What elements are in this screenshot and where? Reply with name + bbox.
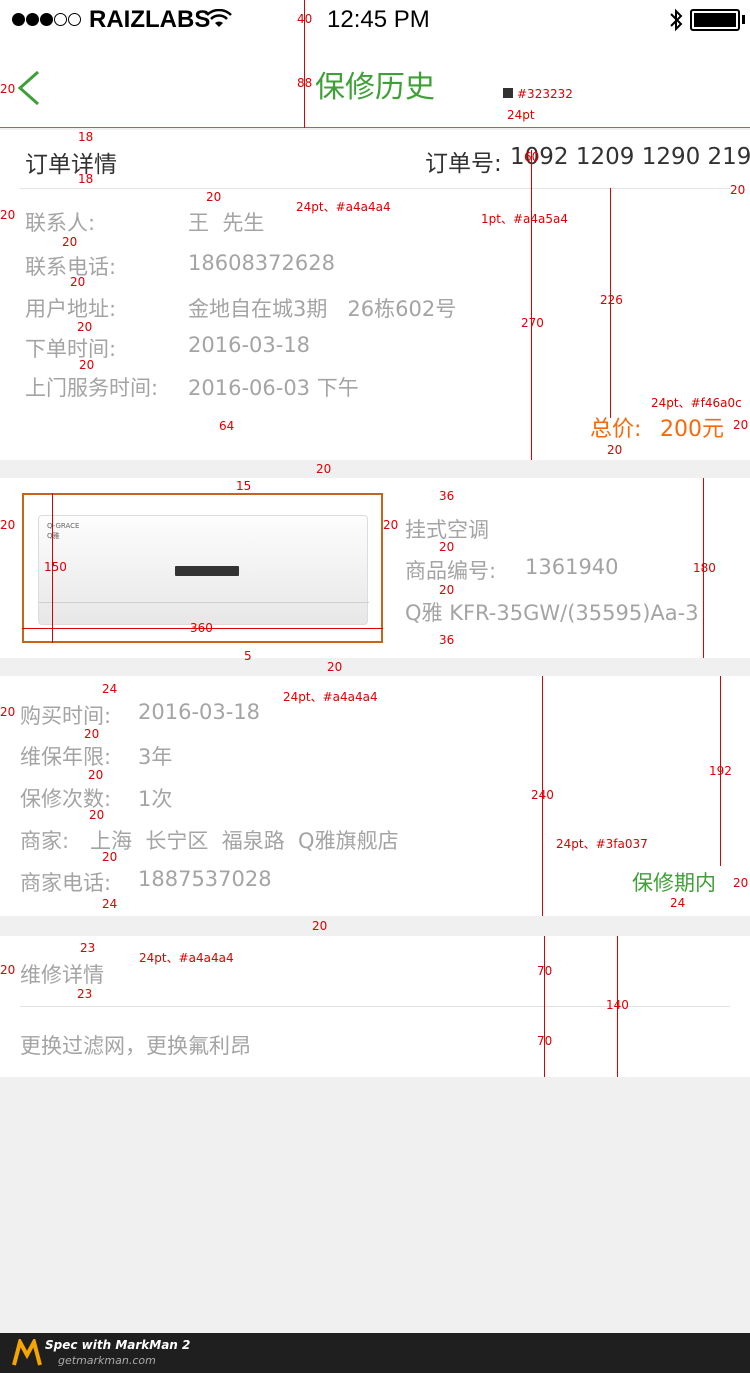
- bluetooth-icon: [670, 8, 683, 32]
- address-label: 用户地址:: [25, 297, 117, 321]
- status-bar: RAIZLABS 12:45 PM: [0, 0, 750, 40]
- battery-tip: [742, 15, 745, 24]
- divider: [20, 1006, 730, 1007]
- markman-brand: Spec with MarkMan 2: [45, 1338, 191, 1352]
- battery-icon: [690, 9, 740, 31]
- color-swatch: [503, 88, 513, 98]
- product-image-frame[interactable]: Q-GRACE Q雅: [22, 493, 383, 643]
- markman-footer: Spec with MarkMan 2 getmarkman.com: [0, 1333, 750, 1373]
- order-date-label: 下单时间:: [25, 337, 117, 361]
- total-price-label: 总价:: [590, 417, 642, 442]
- service-time-value: 2016-06-03 下午: [188, 376, 359, 400]
- repair-heading: 维修详情: [20, 963, 104, 987]
- merchant-label: 商家:: [20, 829, 70, 853]
- period-value: 3年: [138, 745, 173, 769]
- wifi-icon: [206, 9, 232, 27]
- order-number: 1092 1209 1290 219: [510, 144, 750, 170]
- signal-dot: [54, 13, 67, 26]
- product-name: 挂式空调: [405, 518, 489, 542]
- vent-line: [39, 602, 369, 603]
- order-number-label: 订单号:: [425, 151, 502, 177]
- order-date-value: 2016-03-18: [188, 333, 311, 357]
- phone-value[interactable]: 18608372628: [188, 251, 335, 275]
- phone-label: 联系电话:: [25, 255, 117, 279]
- markman-logo-icon: [12, 1339, 42, 1366]
- display-panel: [175, 566, 239, 576]
- spec-dim: 20: [312, 919, 328, 933]
- signal-dot: [40, 13, 53, 26]
- markman-url: getmarkman.com: [58, 1354, 156, 1367]
- repair-detail: 更换过滤网，更换氟利昂: [20, 1034, 251, 1058]
- repair-count-label: 保修次数:: [20, 787, 112, 811]
- product-model: Q雅 KFR-35GW/(35595)Aa-3: [405, 601, 699, 625]
- purchase-date: 2016-03-18: [138, 700, 261, 724]
- merchant-value: 上海 长宁区 福泉路 Q雅旗舰店: [90, 829, 399, 853]
- image-brand: Q-GRACE: [47, 522, 80, 530]
- carrier-name: RAIZLABS: [89, 6, 211, 33]
- contact-value: 王 先生: [188, 211, 265, 235]
- repair-count-value: 1次: [138, 787, 173, 811]
- contact-label: 联系人:: [25, 211, 96, 235]
- clock: 12:45 PM: [327, 6, 430, 33]
- signal-dot: [68, 13, 81, 26]
- merchant-phone[interactable]: 1887537028: [138, 867, 272, 891]
- image-brand-cn: Q雅: [47, 532, 60, 540]
- product-code-label: 商品编号:: [405, 559, 497, 583]
- address-value: 金地自在城3期 26栋602号: [188, 297, 457, 321]
- purchase-label: 购买时间:: [20, 704, 112, 728]
- total-price: 200元: [660, 417, 724, 442]
- spec-dim: 20: [316, 462, 332, 476]
- air-conditioner-image: Q-GRACE Q雅: [38, 515, 369, 625]
- period-label: 维保年限:: [20, 745, 112, 769]
- page-title: 保修历史: [315, 70, 435, 105]
- service-time-label: 上门服务时间:: [25, 376, 159, 400]
- divider: [20, 188, 730, 189]
- warranty-status: 保修期内: [632, 871, 716, 895]
- signal-dot: [26, 13, 39, 26]
- signal-dot: [12, 13, 25, 26]
- spec-dim: 20: [327, 660, 343, 674]
- order-heading: 订单详情: [25, 152, 117, 178]
- merchant-phone-label: 商家电话:: [20, 871, 112, 895]
- product-code: 1361940: [525, 555, 619, 579]
